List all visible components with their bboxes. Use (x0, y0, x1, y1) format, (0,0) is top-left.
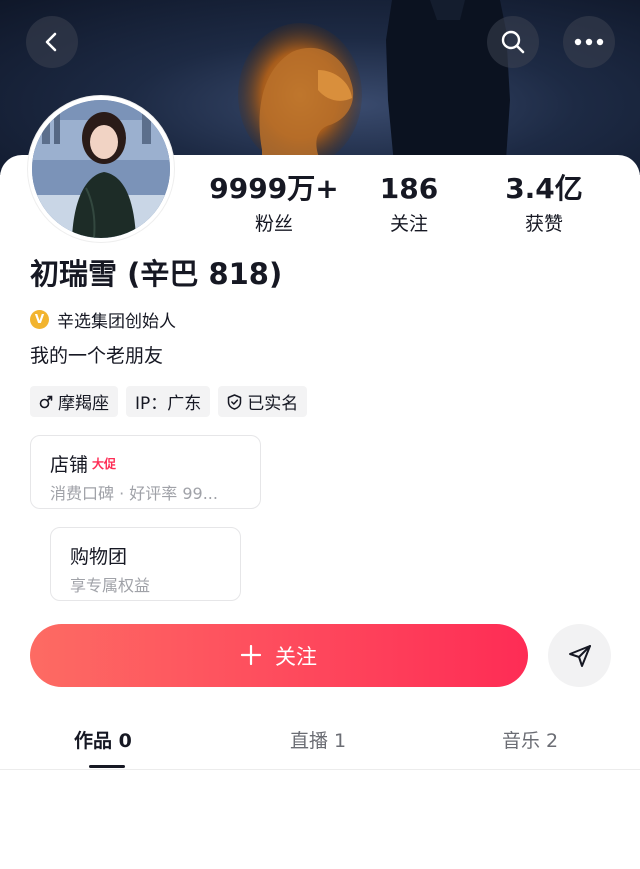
tag-label: 已实名 (247, 394, 299, 414)
more-horizontal-icon (574, 38, 604, 46)
avatar[interactable] (28, 96, 174, 242)
male-icon (39, 395, 53, 409)
profile-name: 初瑞雪 (辛巴 818) (30, 257, 283, 291)
avatar-image (32, 100, 170, 238)
tab-works[interactable]: 作品 0 (74, 726, 132, 753)
verified-row: V 辛选集团创始人 (30, 305, 176, 333)
group-title: 购物团 (70, 546, 128, 568)
stat-following[interactable]: 186 关注 (334, 170, 484, 239)
tab-music[interactable]: 音乐 2 (502, 726, 558, 753)
stat-value: 3.4亿 (505, 172, 583, 205)
content-tabs: 作品 0 直播 1 音乐 2 (0, 722, 640, 770)
tag-ip: IP：广东 (126, 386, 211, 417)
tab-live[interactable]: 直播 1 (290, 726, 346, 753)
more-button[interactable] (563, 16, 615, 68)
follow-label: 关注 (275, 644, 317, 669)
active-tab-indicator (89, 765, 125, 768)
search-button[interactable] (487, 16, 539, 68)
follow-button[interactable]: 关注 (30, 624, 528, 687)
shop-title-row: 店铺 大促 (50, 450, 116, 477)
chevron-left-icon (45, 32, 57, 52)
tag-zodiac: 摩羯座 (30, 386, 118, 417)
share-button[interactable] (548, 624, 611, 687)
shopping-group-entry[interactable]: 购物团 享专属权益 (50, 527, 241, 601)
stat-value: 186 (379, 172, 439, 205)
shop-subtitle: 消费口碑 · 好评率 99... (50, 484, 218, 503)
stat-label: 关注 (389, 213, 428, 235)
shield-check-icon (227, 393, 242, 410)
search-icon (501, 30, 525, 54)
shop-title: 店铺 (50, 454, 89, 476)
shop-entry[interactable]: 店铺 大促 消费口碑 · 好评率 99... (30, 435, 261, 509)
profile-tags: 摩羯座 IP：广东 已实名 (30, 386, 308, 417)
stat-label: 粉丝 (254, 213, 293, 235)
tag-label: 摩羯座 (58, 394, 109, 414)
stat-likes[interactable]: 3.4亿 获赞 (469, 170, 619, 239)
stat-followers[interactable]: 9999万+ 粉丝 (199, 170, 349, 239)
profile-bio: 我的一个老朋友 (30, 345, 164, 367)
stat-label: 获赞 (524, 213, 563, 235)
plus-icon (240, 641, 262, 671)
back-button[interactable] (26, 16, 78, 68)
tag-verified-identity[interactable]: 已实名 (218, 386, 308, 417)
group-subtitle: 享专属权益 (70, 576, 151, 595)
verified-text: 辛选集团创始人 (57, 311, 176, 332)
stat-value: 9999万+ (209, 172, 339, 205)
verified-badge-icon: V (30, 309, 49, 329)
promo-badge: 大促 (92, 457, 117, 471)
tag-label: IP：广东 (135, 394, 202, 414)
send-icon (568, 644, 591, 667)
